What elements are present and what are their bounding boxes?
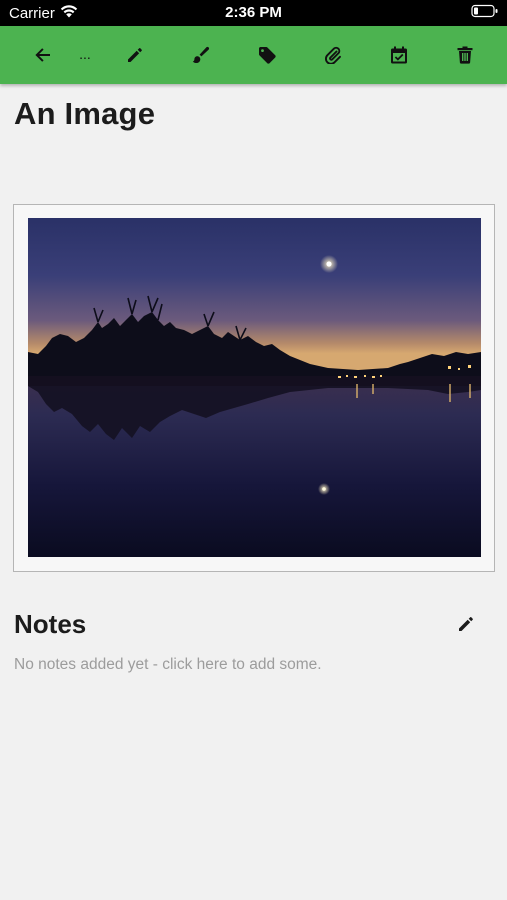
app-screen: Carrier 2:36 PM ... An Image Notes No no… [0,0,507,900]
toolbar: ... [0,26,507,84]
calendar-button[interactable] [384,40,414,70]
edit-button[interactable] [120,40,150,70]
tag-button[interactable] [252,40,282,70]
paperclip-icon [324,46,342,64]
calendar-check-icon [390,46,408,64]
delete-button[interactable] [450,40,480,70]
image-card[interactable] [13,204,495,572]
tag-icon [258,46,276,64]
status-time: 2:36 PM [225,4,282,21]
pencil-icon [126,46,144,64]
pencil-icon [457,615,475,638]
photo-image[interactable] [28,218,481,557]
notes-edit-button[interactable] [454,614,478,638]
paint-button[interactable] [186,40,216,70]
notes-title: Notes [14,609,87,639]
attach-button[interactable] [318,40,348,70]
arrow-left-icon [34,46,52,64]
status-bar: Carrier 2:36 PM [0,0,507,26]
trash-icon [456,46,474,64]
back-button[interactable] [28,40,58,70]
brush-icon [192,46,210,64]
breadcrumb-ellipsis[interactable]: ... [77,44,93,64]
notes-empty-message[interactable]: No notes added yet - click here to add s… [14,656,322,674]
page-title: An Image [14,96,156,131]
battery-icon [471,4,499,22]
